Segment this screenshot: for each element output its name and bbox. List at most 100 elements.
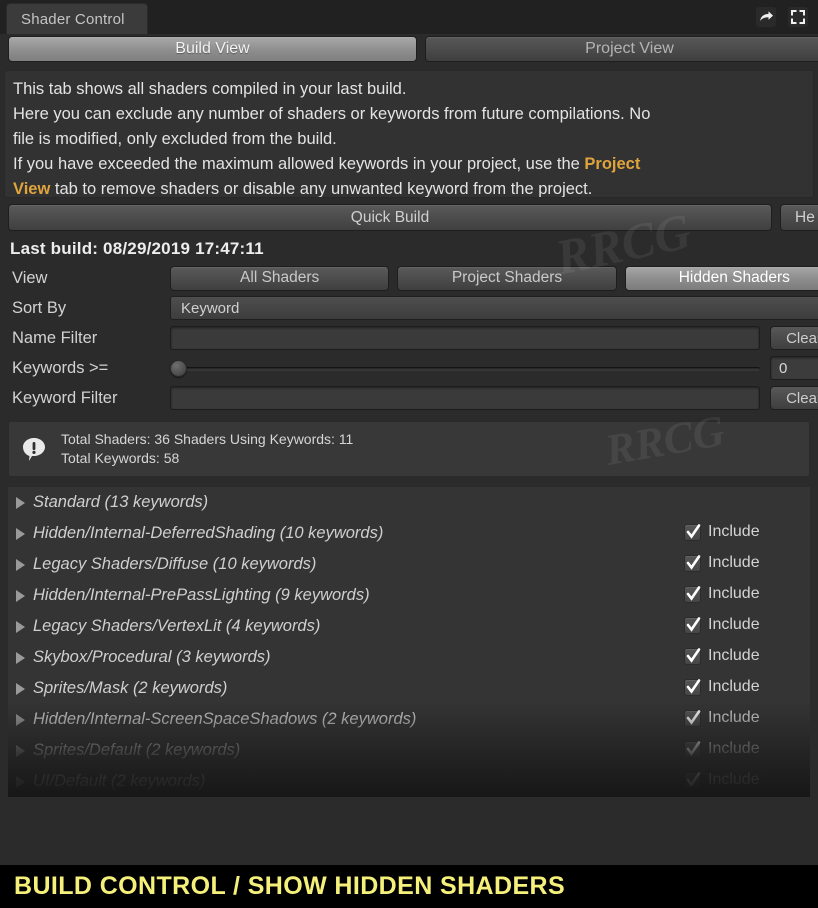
include-toggle[interactable]: Include bbox=[684, 647, 760, 665]
foldout-triangle-icon[interactable] bbox=[16, 744, 25, 757]
slider-handle[interactable] bbox=[170, 360, 187, 377]
foldout-triangle-icon[interactable] bbox=[16, 496, 25, 509]
table-row[interactable]: Legacy Shaders/Diffuse (10 keywords) Inc… bbox=[8, 549, 810, 580]
keyword-filter-clear-button[interactable]: Clear bbox=[770, 386, 818, 410]
include-checkbox[interactable] bbox=[684, 585, 701, 603]
include-label: Include bbox=[708, 771, 760, 788]
fullscreen-icon[interactable] bbox=[788, 7, 808, 27]
help-line-2-text: Here you can exclude any number of shade… bbox=[13, 105, 651, 123]
name-filter-label: Name Filter bbox=[12, 328, 98, 347]
view-label: View bbox=[12, 268, 48, 287]
help-view-link[interactable]: View bbox=[13, 180, 50, 197]
stats-line-1: Total Shaders: 36 Shaders Using Keywords… bbox=[61, 431, 354, 447]
table-row[interactable]: Sprites/Mask (2 keywords) Include bbox=[8, 673, 810, 704]
window-title-bar: Shader Control bbox=[0, 0, 818, 34]
name-filter-clear-label: Clear bbox=[786, 329, 818, 347]
include-checkbox[interactable] bbox=[684, 554, 701, 572]
keywords-min-value[interactable]: 0 bbox=[770, 356, 818, 380]
tab-build-view[interactable]: Build View bbox=[8, 36, 417, 62]
include-checkbox[interactable] bbox=[684, 740, 701, 758]
foldout-triangle-icon[interactable] bbox=[16, 527, 25, 540]
view-option-project-shaders-label: Project Shaders bbox=[451, 269, 563, 286]
table-row[interactable]: Skybox/Procedural (3 keywords) Include bbox=[8, 642, 810, 673]
include-toggle[interactable]: Include bbox=[684, 554, 760, 572]
help-line-5: View tab to remove shaders or disable an… bbox=[13, 177, 805, 197]
include-toggle[interactable]: Include bbox=[684, 523, 760, 541]
keywords-min-slider[interactable] bbox=[170, 358, 760, 378]
foldout-triangle-icon[interactable] bbox=[16, 651, 25, 664]
help-button-label: He bbox=[795, 208, 815, 226]
include-checkbox[interactable] bbox=[684, 523, 701, 541]
sort-by-value: Keyword bbox=[181, 299, 240, 317]
sort-by-row: Sort By Keyword bbox=[0, 293, 818, 323]
include-label: Include bbox=[708, 616, 760, 633]
help-button[interactable]: He bbox=[780, 204, 818, 231]
include-checkbox[interactable] bbox=[684, 647, 701, 665]
shader-name: Hidden/Internal-PrePassLighting (9 keywo… bbox=[33, 586, 370, 604]
info-exclamation-icon bbox=[21, 436, 47, 462]
foldout-triangle-icon[interactable] bbox=[16, 589, 25, 602]
include-checkbox[interactable] bbox=[684, 616, 701, 634]
foldout-triangle-icon[interactable] bbox=[16, 558, 25, 571]
share-icon[interactable] bbox=[756, 7, 776, 27]
foldout-triangle-icon[interactable] bbox=[16, 620, 25, 633]
keyword-filter-input[interactable] bbox=[170, 386, 760, 410]
include-checkbox[interactable] bbox=[684, 771, 701, 789]
keyword-filter-clear-label: Clear bbox=[786, 389, 818, 407]
view-tab-bar: Build View Project View bbox=[0, 34, 818, 66]
view-option-hidden-shaders[interactable]: Hidden Shaders bbox=[624, 265, 818, 291]
include-toggle[interactable]: Include bbox=[684, 740, 760, 758]
view-filter-row: View All Shaders Project Shaders Hidden … bbox=[0, 263, 818, 293]
include-toggle[interactable]: Include bbox=[684, 771, 760, 789]
shader-list[interactable]: Standard (13 keywords) Hidden/Internal-D… bbox=[8, 487, 810, 797]
include-checkbox[interactable] bbox=[684, 678, 701, 696]
name-filter-clear-button[interactable]: Clear bbox=[770, 326, 818, 350]
shader-name: Legacy Shaders/VertexLit (4 keywords) bbox=[33, 617, 321, 635]
include-label: Include bbox=[708, 678, 760, 695]
shader-name: Sprites/Default (2 keywords) bbox=[33, 741, 241, 759]
sort-by-dropdown[interactable]: Keyword bbox=[170, 296, 818, 320]
tab-project-view-label: Project View bbox=[585, 40, 674, 57]
shader-name: Hidden/Internal-ScreenSpaceShadows (2 ke… bbox=[33, 710, 417, 728]
quick-build-button[interactable]: Quick Build bbox=[8, 204, 772, 231]
stats-line-2: Total Keywords: 58 bbox=[61, 450, 180, 466]
include-label: Include bbox=[708, 709, 760, 726]
foldout-triangle-icon[interactable] bbox=[16, 775, 25, 788]
table-row[interactable]: Hidden/Internal-PrePassLighting (9 keywo… bbox=[8, 580, 810, 611]
table-row[interactable]: Hidden/Internal-DeferredShading (10 keyw… bbox=[8, 518, 810, 549]
table-row[interactable]: Sprites/Default (2 keywords) Include bbox=[8, 735, 810, 766]
include-toggle[interactable]: Include bbox=[684, 616, 760, 634]
shader-name: UI/Default (2 keywords) bbox=[33, 772, 206, 790]
help-description: This tab shows all shaders compiled in y… bbox=[4, 70, 814, 198]
view-option-all-shaders[interactable]: All Shaders bbox=[170, 265, 390, 291]
keyword-filter-label: Keyword Filter bbox=[12, 388, 118, 407]
window-tab-shader-control[interactable]: Shader Control bbox=[6, 3, 148, 34]
help-line-3: file is modified, only excluded from the… bbox=[13, 130, 337, 148]
shader-name: Skybox/Procedural (3 keywords) bbox=[33, 648, 271, 666]
keyword-filter-row: Keyword Filter Clear bbox=[0, 383, 818, 413]
table-row[interactable]: Standard (13 keywords) bbox=[8, 487, 810, 518]
table-row[interactable]: Legacy Shaders/VertexLit (4 keywords) In… bbox=[8, 611, 810, 642]
foldout-triangle-icon[interactable] bbox=[16, 682, 25, 695]
foldout-triangle-icon[interactable] bbox=[16, 713, 25, 726]
sort-by-label: Sort By bbox=[12, 298, 67, 317]
view-option-project-shaders[interactable]: Project Shaders bbox=[397, 265, 617, 291]
name-filter-input[interactable] bbox=[170, 326, 760, 350]
help-project-link[interactable]: Project bbox=[584, 155, 640, 173]
quick-build-label: Quick Build bbox=[350, 208, 430, 226]
tab-project-view[interactable]: Project View bbox=[425, 36, 818, 62]
last-build-timestamp: Last build: 08/29/2019 17:47:11 bbox=[10, 239, 264, 258]
table-row[interactable]: Hidden/Internal-ScreenSpaceShadows (2 ke… bbox=[8, 704, 810, 735]
include-toggle[interactable]: Include bbox=[684, 585, 760, 603]
shader-name: Sprites/Mask (2 keywords) bbox=[33, 679, 228, 697]
include-toggle[interactable]: Include bbox=[684, 678, 760, 696]
slider-track bbox=[176, 367, 760, 371]
include-label: Include bbox=[708, 740, 760, 757]
stats-info-box: Total Shaders: 36 Shaders Using Keywords… bbox=[8, 421, 810, 477]
shader-name: Standard (13 keywords) bbox=[33, 493, 209, 511]
view-option-hidden-shaders-label: Hidden Shaders bbox=[678, 269, 790, 286]
table-row[interactable]: UI/Default (2 keywords) Include bbox=[8, 766, 810, 797]
include-checkbox[interactable] bbox=[684, 709, 701, 727]
help-line-1: This tab shows all shaders compiled in y… bbox=[13, 80, 407, 98]
include-toggle[interactable]: Include bbox=[684, 709, 760, 727]
